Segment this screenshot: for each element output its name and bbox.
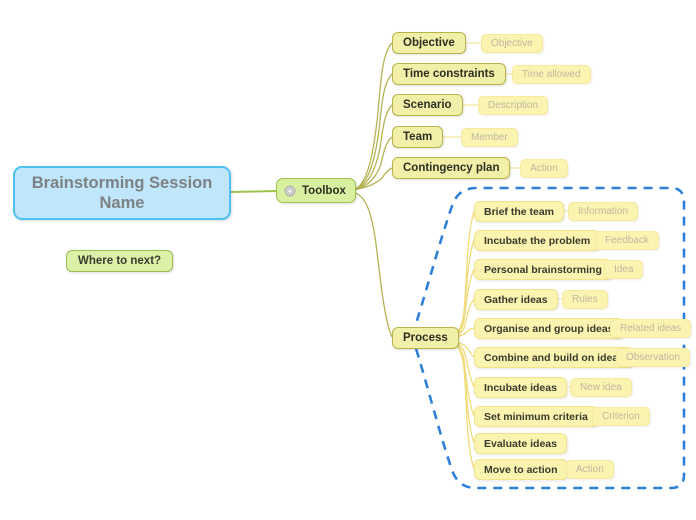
branch-contingency-plan-label: Contingency plan	[403, 162, 500, 174]
chip-member[interactable]: Member	[461, 128, 518, 147]
chip-action-move-label: Action	[576, 464, 604, 475]
process-item-5-label: Combine and build on ideas	[484, 351, 625, 364]
process-item-personal-brainstorming[interactable]: Personal brainstorming	[474, 259, 612, 280]
chip-objective[interactable]: Objective	[481, 34, 543, 53]
chip-time-allowed[interactable]: Time allowed	[512, 65, 591, 84]
chip-description[interactable]: Description	[478, 96, 549, 115]
branch-time-constraints[interactable]: Time constraints	[392, 63, 506, 85]
chip-information[interactable]: Information	[568, 202, 639, 221]
chip-description-label: Description	[488, 100, 539, 111]
chip-observation[interactable]: Observation	[616, 348, 690, 367]
chip-related-ideas[interactable]: Related ideas	[610, 319, 692, 338]
edge-toolbox-time	[351, 73, 393, 191]
branch-objective-label: Objective	[403, 37, 455, 49]
chip-observation-label: Observation	[626, 352, 680, 363]
edge-toolbox-team	[351, 136, 393, 191]
process-item-organise-and-group-ideas[interactable]: Organise and group ideas	[474, 318, 624, 339]
chip-action-contingency-label: Action	[530, 163, 558, 174]
branch-team[interactable]: Team	[392, 126, 444, 148]
chip-idea-label: Idea	[614, 264, 634, 275]
process-item-0-label: Brief the team	[484, 205, 555, 218]
chip-new-idea[interactable]: New idea	[570, 378, 632, 397]
root-title-line1: Brainstorming Session	[31, 174, 213, 192]
chip-member-label: Member	[471, 132, 508, 143]
chip-rules[interactable]: Rules	[562, 290, 608, 309]
process-item-evaluate-ideas[interactable]: Evaluate ideas	[474, 433, 567, 454]
toolbox-label: Toolbox	[302, 184, 346, 197]
chip-idea[interactable]: Idea	[604, 260, 644, 279]
chip-related-ideas-label: Related ideas	[620, 323, 682, 334]
edge-process-item-0	[445, 210, 475, 339]
branch-process[interactable]: Process	[392, 327, 459, 349]
branch-team-label: Team	[403, 131, 433, 143]
process-item-2-label: Personal brainstorming	[484, 263, 602, 276]
where-to-next-note[interactable]: Where to next?	[66, 250, 174, 272]
chip-feedback[interactable]: Feedback	[595, 231, 659, 250]
branch-time-constraints-label: Time constraints	[403, 68, 495, 80]
process-item-combine-and-build-on-ideas[interactable]: Combine and build on ideas	[474, 347, 635, 368]
edge-root-to-toolbox	[230, 190, 277, 193]
process-item-incubate-the-problem[interactable]: Incubate the problem	[474, 230, 601, 251]
process-item-gather-ideas[interactable]: Gather ideas	[474, 289, 558, 310]
chip-criterion[interactable]: Criterion	[592, 407, 650, 426]
root-title-line2: Name	[99, 194, 145, 212]
process-item-4-label: Organise and group ideas	[484, 322, 614, 335]
gear-icon	[283, 184, 297, 197]
process-item-3-label: Gather ideas	[484, 293, 548, 306]
process-item-incubate-ideas[interactable]: Incubate ideas	[474, 377, 567, 398]
process-item-brief-the-team[interactable]: Brief the team	[474, 201, 565, 222]
edge-process-item-1	[445, 239, 475, 339]
process-item-9-label: Move to action	[484, 463, 558, 476]
branch-scenario-label: Scenario	[403, 99, 452, 111]
process-item-set-minimum-criteria[interactable]: Set minimum criteria	[474, 406, 598, 427]
chip-action-move[interactable]: Action	[566, 460, 614, 479]
process-item-move-to-action[interactable]: Move to action	[474, 459, 568, 480]
edge-process-item-8	[445, 339, 475, 444]
where-to-next-label: Where to next?	[78, 255, 162, 267]
chip-time-allowed-label: Time allowed	[522, 69, 581, 80]
chip-feedback-label: Feedback	[605, 235, 649, 246]
toolbox-node[interactable]: Toolbox	[276, 178, 356, 203]
edge-process-item-7	[445, 339, 475, 417]
chip-action-contingency[interactable]: Action	[520, 159, 568, 178]
edge-toolbox-scenario	[351, 104, 393, 191]
process-item-8-label: Evaluate ideas	[484, 437, 557, 450]
edge-process-item-9	[445, 339, 475, 470]
process-item-1-label: Incubate the problem	[484, 234, 591, 247]
edge-toolbox-contingency	[351, 167, 393, 191]
chip-information-label: Information	[578, 206, 629, 217]
process-item-6-label: Incubate ideas	[484, 381, 557, 394]
process-item-7-label: Set minimum criteria	[484, 410, 588, 423]
chip-rules-label: Rules	[572, 294, 598, 305]
root-node[interactable]: Brainstorming Session Name	[13, 166, 231, 220]
chip-new-idea-label: New idea	[580, 382, 622, 393]
edge-toolbox-objective	[351, 42, 393, 191]
branch-contingency-plan[interactable]: Contingency plan	[392, 157, 511, 179]
branch-scenario[interactable]: Scenario	[392, 94, 463, 116]
chip-objective-label: Objective	[491, 38, 533, 49]
edge-toolbox-process	[351, 191, 393, 338]
branch-process-label: Process	[403, 332, 448, 344]
chip-criterion-label: Criterion	[602, 411, 640, 422]
mindmap-canvas[interactable]: Brainstorming Session Name Where to next…	[0, 0, 696, 520]
branch-objective[interactable]: Objective	[392, 32, 466, 54]
